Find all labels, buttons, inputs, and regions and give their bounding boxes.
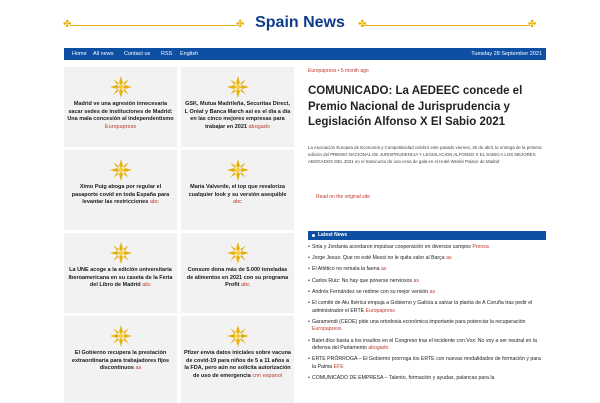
list-item[interactable]: El comité de Alu Ibérica empuja a Gobier… [308, 300, 546, 315]
news-card[interactable]: María Valverde, el top que revaloriza cu… [181, 150, 294, 230]
list-item[interactable]: Siria y Jordania acordaron impulsar coop… [308, 244, 546, 252]
card-title[interactable]: Consum dona más de 5.000 toneladas de al… [184, 267, 291, 290]
list-item[interactable]: Batet dice basta a los insultos en el Co… [308, 338, 546, 353]
list-item[interactable]: Jorge Jesus: Que no esté Messi no le qui… [308, 255, 546, 263]
article-meta: Europapress • 5 month ago [308, 68, 546, 75]
item-source: EFE [333, 363, 344, 370]
news-card[interactable]: GSK, Mutua Madrileña, Securitas Direct, … [181, 67, 294, 147]
nav-english[interactable]: English [180, 48, 198, 60]
bullet-icon [312, 234, 315, 237]
news-card[interactable]: El Gobierno recupera la prestación extra… [64, 316, 177, 403]
list-item[interactable]: Andrés Fernández se redime con su mejor … [308, 289, 546, 297]
news-card[interactable]: Ximo Puig aboga por regular el pasaporte… [64, 150, 177, 230]
card-source[interactable]: abc [241, 282, 250, 288]
gold-sunburst-logo-icon [227, 159, 249, 181]
latest-news-title: Latest News [318, 232, 348, 238]
latest-news-header: Latest News [308, 231, 546, 240]
gold-sunburst-logo-icon [110, 242, 132, 264]
card-source[interactable]: cnn espanol [252, 373, 282, 379]
article-headline[interactable]: COMUNICADO: La AEDEEC concede el Premio … [308, 84, 546, 131]
gold-sunburst-logo-icon [227, 76, 249, 98]
gold-sunburst-logo-icon [110, 76, 132, 98]
gold-sunburst-logo-icon [227, 325, 249, 347]
article-source[interactable]: Europapress [308, 68, 336, 74]
news-card[interactable]: La UNE acoge a la edición universitaria … [64, 233, 177, 313]
news-card[interactable]: Consum dona más de 5.000 toneladas de al… [181, 233, 294, 313]
item-source: Europapress [365, 307, 395, 314]
item-source: as [413, 277, 419, 284]
card-source[interactable]: as [135, 365, 141, 371]
news-card[interactable]: Madrid ve una agresión innecesaria sacar… [64, 67, 177, 147]
item-source: as [429, 288, 436, 295]
latest-news-list: Siria y Jordania acordaron impulsar coop… [308, 244, 546, 386]
article-body: La Asociación Europea de Economía y Comp… [308, 145, 542, 165]
card-title[interactable]: Ximo Puig aboga por regular el pasaporte… [67, 184, 174, 207]
news-card[interactable]: Pfizer envía datos iniciales sobre vacun… [181, 316, 294, 403]
item-source: Europapress [312, 326, 342, 333]
gold-sunburst-logo-icon [110, 325, 132, 347]
list-item[interactable]: COMUNICADO DE EMPRESA – Talento, formaci… [308, 375, 546, 383]
site-header: ✤ ✤ ✤ ✤ Spain News [0, 0, 600, 44]
card-source[interactable]: abc [150, 199, 159, 205]
item-source: as [380, 266, 387, 273]
card-title[interactable]: Madrid ve una agresión innecesaria sacar… [67, 101, 174, 131]
item-source: abogado [368, 345, 389, 352]
card-title[interactable]: El Gobierno recupera la prestación extra… [67, 350, 174, 373]
gold-sunburst-logo-icon [227, 242, 249, 264]
item-source: as [446, 255, 452, 262]
gold-sunburst-logo-icon [110, 159, 132, 181]
read-original-link[interactable]: Read on the original site [316, 194, 370, 200]
card-title[interactable]: María Valverde, el top que revaloriza cu… [184, 184, 291, 207]
nav-home[interactable]: Home [72, 48, 87, 60]
list-item[interactable]: Garamendi (CEOE) pide una ortodoxia econ… [308, 319, 546, 334]
current-date: Tuesday 28 September 2021 [471, 51, 542, 57]
main-navigation: Home All news Contact us RSS English Tue… [64, 48, 546, 60]
nav-rss[interactable]: RSS [161, 48, 172, 60]
list-item[interactable]: ERTE PRÓRROGA – El Gobierno prorroga los… [308, 356, 546, 371]
card-source[interactable]: abc [142, 282, 151, 288]
card-source[interactable]: abc [233, 199, 242, 205]
nav-all-news[interactable]: All news [93, 48, 113, 60]
featured-article: Europapress • 5 month ago COMUNICADO: La… [308, 68, 546, 200]
nav-contact-us[interactable]: Contact us [124, 48, 150, 60]
list-item[interactable]: Carlos Ruiz: No hay que ponerse nervioso… [308, 278, 546, 286]
article-age: 5 month ago [340, 68, 369, 74]
site-title[interactable]: Spain News [0, 12, 600, 34]
item-source: Prensa [472, 244, 489, 250]
card-title[interactable]: GSK, Mutua Madrileña, Securitas Direct, … [184, 101, 291, 131]
list-item[interactable]: El Atlético no remata la faena as [308, 266, 546, 274]
card-source[interactable]: Europapress [105, 124, 136, 130]
card-title[interactable]: Pfizer envía datos iniciales sobre vacun… [184, 350, 291, 380]
card-title[interactable]: La UNE acoge a la edición universitaria … [67, 267, 174, 290]
card-source[interactable]: abogado [249, 124, 270, 130]
